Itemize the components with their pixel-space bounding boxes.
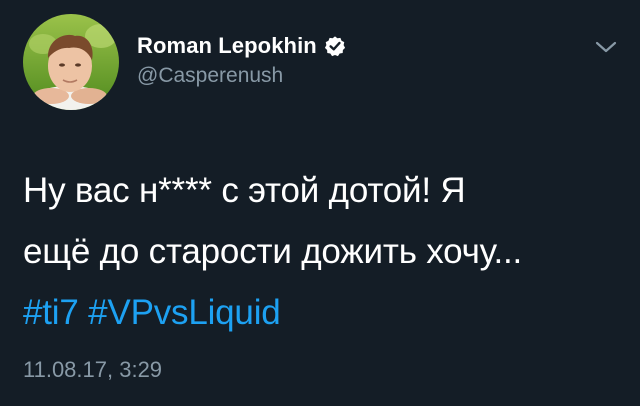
hashtag-link[interactable]: #VPvsLiquid: [88, 293, 281, 332]
handle[interactable]: @Casperenush: [137, 64, 283, 88]
hashtag-line: #ti7 #VPvsLiquid: [23, 282, 623, 343]
hashtag-link[interactable]: #ti7: [23, 293, 79, 332]
tweet-text: Ну вас н**** с этой дотой! Я ещё до стар…: [23, 160, 623, 343]
display-name[interactable]: Roman Lepokhin: [137, 33, 317, 59]
tweet-text-line: Ну вас н**** с этой дотой! Я: [23, 171, 466, 210]
timestamp[interactable]: 11.08.17, 3:29: [23, 357, 162, 383]
author-name-row[interactable]: Roman Lepokhin: [137, 31, 346, 61]
verified-badge-icon: [324, 35, 346, 57]
tweet-text-line: ещё до старости дожить хочу...: [23, 232, 523, 271]
tweet-card: Roman Lepokhin @Casperenush Ну вас н****…: [0, 0, 640, 406]
chevron-down-icon[interactable]: [593, 38, 619, 56]
avatar[interactable]: [23, 14, 119, 110]
